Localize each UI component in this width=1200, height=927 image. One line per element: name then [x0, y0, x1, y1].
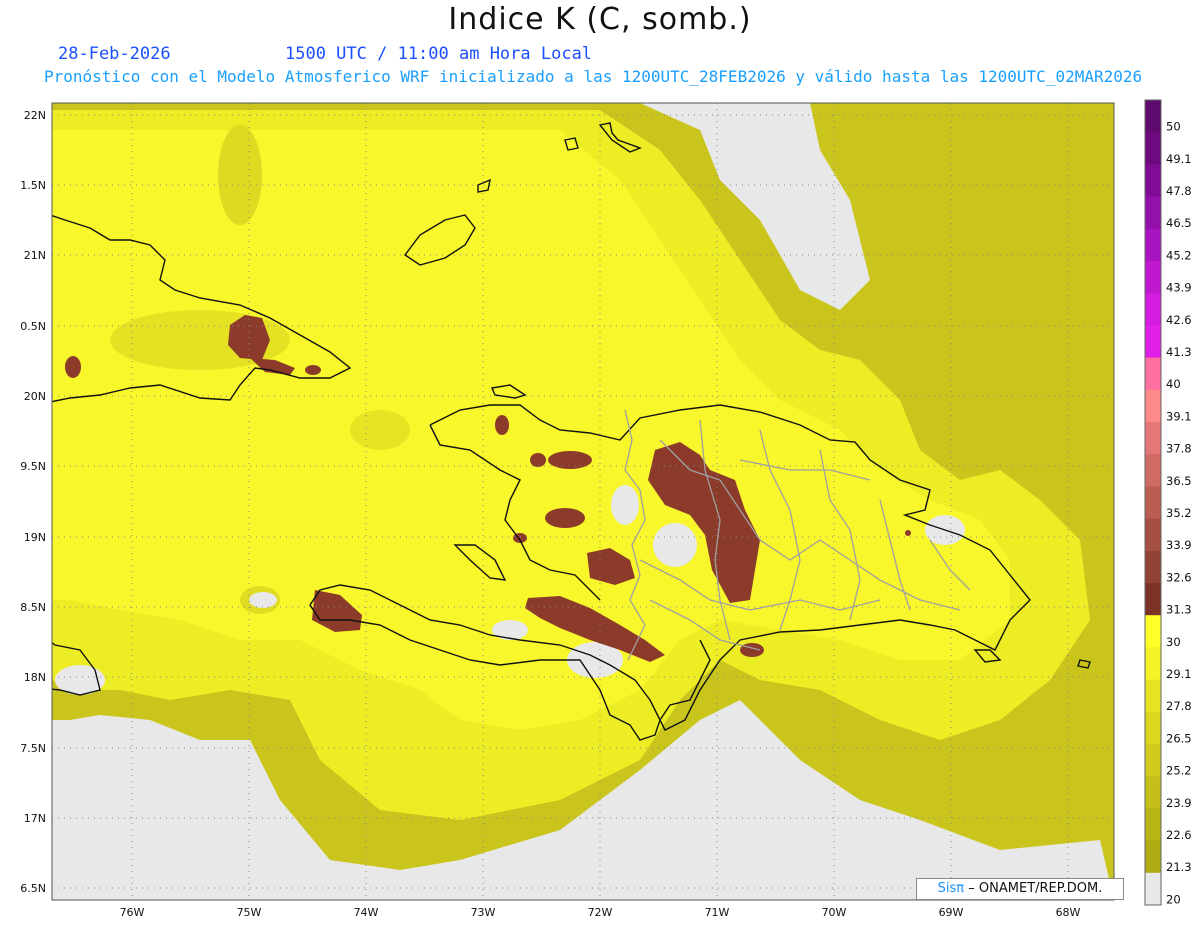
no-data-hole: [611, 485, 639, 525]
lat-label: 21N: [24, 249, 46, 262]
colorbar-label: 27.8: [1166, 699, 1192, 713]
colorbar-swatch: [1145, 679, 1161, 713]
colorbar-swatch: [1145, 872, 1161, 906]
no-data-hole: [492, 620, 528, 640]
colorbar-swatch: [1145, 454, 1161, 487]
colorbar-swatch: [1145, 486, 1161, 520]
colorbar-label: 29.1: [1166, 667, 1192, 681]
colorbar-label: 23.9: [1166, 796, 1192, 810]
colorbar-label: 37.8: [1166, 442, 1192, 456]
colorbar-label: 32.6: [1166, 570, 1192, 584]
colorbar-label: 41.3: [1166, 345, 1192, 359]
credit-text: – ONAMET/REP.DOM.: [968, 881, 1103, 896]
forecast-description: Pronóstico con el Modelo Atmosferico WRF…: [44, 67, 1143, 86]
lat-axis: 22N 1.5N 21N 0.5N 20N 9.5N 19N 8.5N 18N …: [20, 109, 46, 895]
no-data-hole: [653, 523, 697, 567]
lat-label: 19N: [24, 531, 46, 544]
lon-axis: 76W 75W 74W 73W 72W 71W 70W 69W 68W: [120, 906, 1081, 919]
credit-logo: Sisπ: [937, 881, 965, 896]
colorbar-label: 33.9: [1166, 538, 1192, 552]
lon-label: 71W: [705, 906, 730, 919]
k-index-patch: [350, 410, 410, 450]
colorbar-swatch: [1145, 196, 1161, 230]
colorbar-label: 49.1: [1166, 152, 1192, 166]
colorbar-swatch: [1145, 518, 1161, 552]
map-title: Indice K (C, somb.): [448, 2, 752, 37]
colorbar-swatch: [1145, 840, 1161, 874]
colorbar-label: 43.9: [1166, 281, 1192, 295]
colorbar: 50 49.1 47.8 46.5 45.2 43.9 42.6 41.3 40 39.1 37.8…: [1144, 99, 1192, 906]
no-data-hole: [249, 592, 277, 608]
lat-label: 0.5N: [20, 320, 46, 333]
lat-label: 9.5N: [20, 460, 46, 473]
lat-label: 18N: [24, 671, 46, 684]
colorbar-swatch: [1145, 776, 1161, 809]
colorbar-swatch: [1145, 132, 1161, 165]
colorbar-swatch: [1145, 422, 1161, 455]
lon-label: 73W: [471, 906, 496, 919]
colorbar-label: 21.3: [1166, 860, 1192, 874]
lat-label: 8.5N: [20, 601, 46, 614]
colorbar-swatch: [1145, 550, 1161, 584]
colorbar-label: 26.5: [1166, 731, 1192, 745]
lon-label: 68W: [1056, 906, 1081, 919]
colorbar-label: 30: [1166, 635, 1181, 649]
colorbar-swatch: [1145, 647, 1161, 681]
lat-label: 1.5N: [20, 179, 46, 192]
valid-time: 1500 UTC / 11:00 am Hora Local: [285, 44, 593, 64]
lat-label: 20N: [24, 390, 46, 403]
colorbar-label: 47.8: [1166, 184, 1192, 198]
colorbar-label: 50: [1166, 120, 1181, 134]
lon-label: 70W: [822, 906, 847, 919]
lon-label: 74W: [354, 906, 379, 919]
colorbar-swatch: [1145, 357, 1161, 391]
lat-label: 6.5N: [20, 882, 46, 895]
colorbar-label: 25.2: [1166, 764, 1192, 778]
weather-map: 22N 1.5N 21N 0.5N 20N 9.5N 19N 8.5N 18N …: [20, 99, 1192, 919]
colorbar-label: 36.5: [1166, 474, 1192, 488]
colorbar-label: 46.5: [1166, 216, 1192, 230]
k-index-patch: [218, 125, 262, 225]
colorbar-swatch: [1145, 808, 1161, 842]
colorbar-swatch: [1145, 711, 1161, 745]
lat-label: 22N: [24, 109, 46, 122]
colorbar-swatch: [1145, 261, 1161, 294]
colorbar-swatch: [1145, 615, 1161, 648]
lon-label: 69W: [939, 906, 964, 919]
colorbar-swatch: [1145, 389, 1161, 423]
colorbar-label: 22.6: [1166, 828, 1192, 842]
lon-label: 72W: [588, 906, 613, 919]
forecast-date: 28-Feb-2026: [58, 44, 171, 64]
colorbar-label: 31.3: [1166, 603, 1192, 617]
colorbar-swatch: [1145, 293, 1161, 326]
lat-label: 17N: [24, 812, 46, 825]
colorbar-label: 40: [1166, 377, 1181, 391]
colorbar-swatch: [1145, 744, 1161, 777]
colorbar-label: 35.2: [1166, 506, 1192, 520]
colorbar-swatch: [1145, 325, 1161, 359]
lon-label: 75W: [237, 906, 262, 919]
colorbar-swatch: [1145, 228, 1161, 262]
colorbar-swatch: [1145, 100, 1161, 133]
colorbar-label: 39.1: [1166, 409, 1192, 423]
colorbar-label: 42.6: [1166, 313, 1192, 327]
credit-box: Sisπ – ONAMET/REP.DOM.: [916, 878, 1124, 900]
lon-label: 76W: [120, 906, 145, 919]
colorbar-label: 20: [1166, 892, 1181, 906]
colorbar-swatch: [1145, 583, 1161, 616]
lat-label: 7.5N: [20, 742, 46, 755]
colorbar-label: 45.2: [1166, 248, 1192, 262]
colorbar-swatch: [1145, 164, 1161, 198]
